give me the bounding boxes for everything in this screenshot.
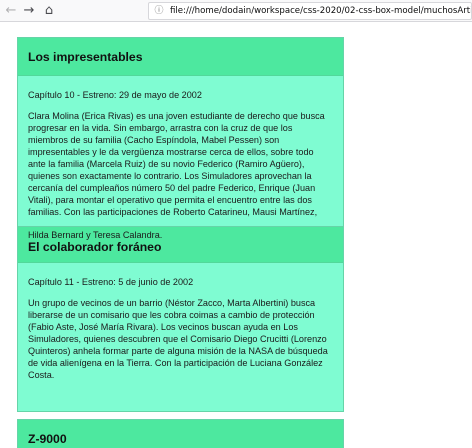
article-title: Los impresentables: [28, 49, 143, 64]
article-subtitle: Capítulo 11 - Estreno: 5 de junio de 200…: [28, 277, 194, 287]
article-text: Un grupo de vecinos de un barrio (Néstor…: [28, 298, 328, 380]
browser-toolbar: ← → ⌂ ⓘ file:///home/dodain/workspace/css…: [0, 0, 472, 22]
article-title: El colaborador foráneo: [28, 240, 162, 254]
url-bar[interactable]: ⓘ file:///home/dodain/workspace/css-2020/…: [148, 2, 472, 20]
forward-arrow-icon[interactable]: →: [20, 2, 38, 20]
article-card: Los impresentables Capítulo 10 - Estreno…: [17, 37, 344, 235]
article-title: Z-9000: [28, 431, 67, 446]
article-body: Capítulo 10 - Estreno: 29 de mayo de 200…: [18, 76, 343, 236]
article-card: El colaborador foráneo Capítulo 11 - Est…: [17, 226, 344, 412]
article-subtitle: Capítulo 10 - Estreno: 29 de mayo de 200…: [28, 90, 202, 100]
article-text-overflow: Hilda Bernard y Teresa Calandra.: [28, 230, 163, 240]
article-header: Z-9000: [18, 420, 343, 448]
article-body: Capítulo 11 - Estreno: 5 de junio de 200…: [18, 263, 343, 391]
info-icon[interactable]: ⓘ: [153, 3, 165, 19]
article-text: Clara Molina (Erica Rivas) es una joven …: [28, 111, 325, 217]
article-header: Los impresentables: [18, 38, 343, 76]
back-arrow-icon[interactable]: ←: [2, 2, 20, 20]
article-card: Z-9000: [17, 419, 344, 448]
home-icon[interactable]: ⌂: [40, 2, 58, 20]
url-text: file:///home/dodain/workspace/css-2020/0…: [170, 6, 472, 16]
